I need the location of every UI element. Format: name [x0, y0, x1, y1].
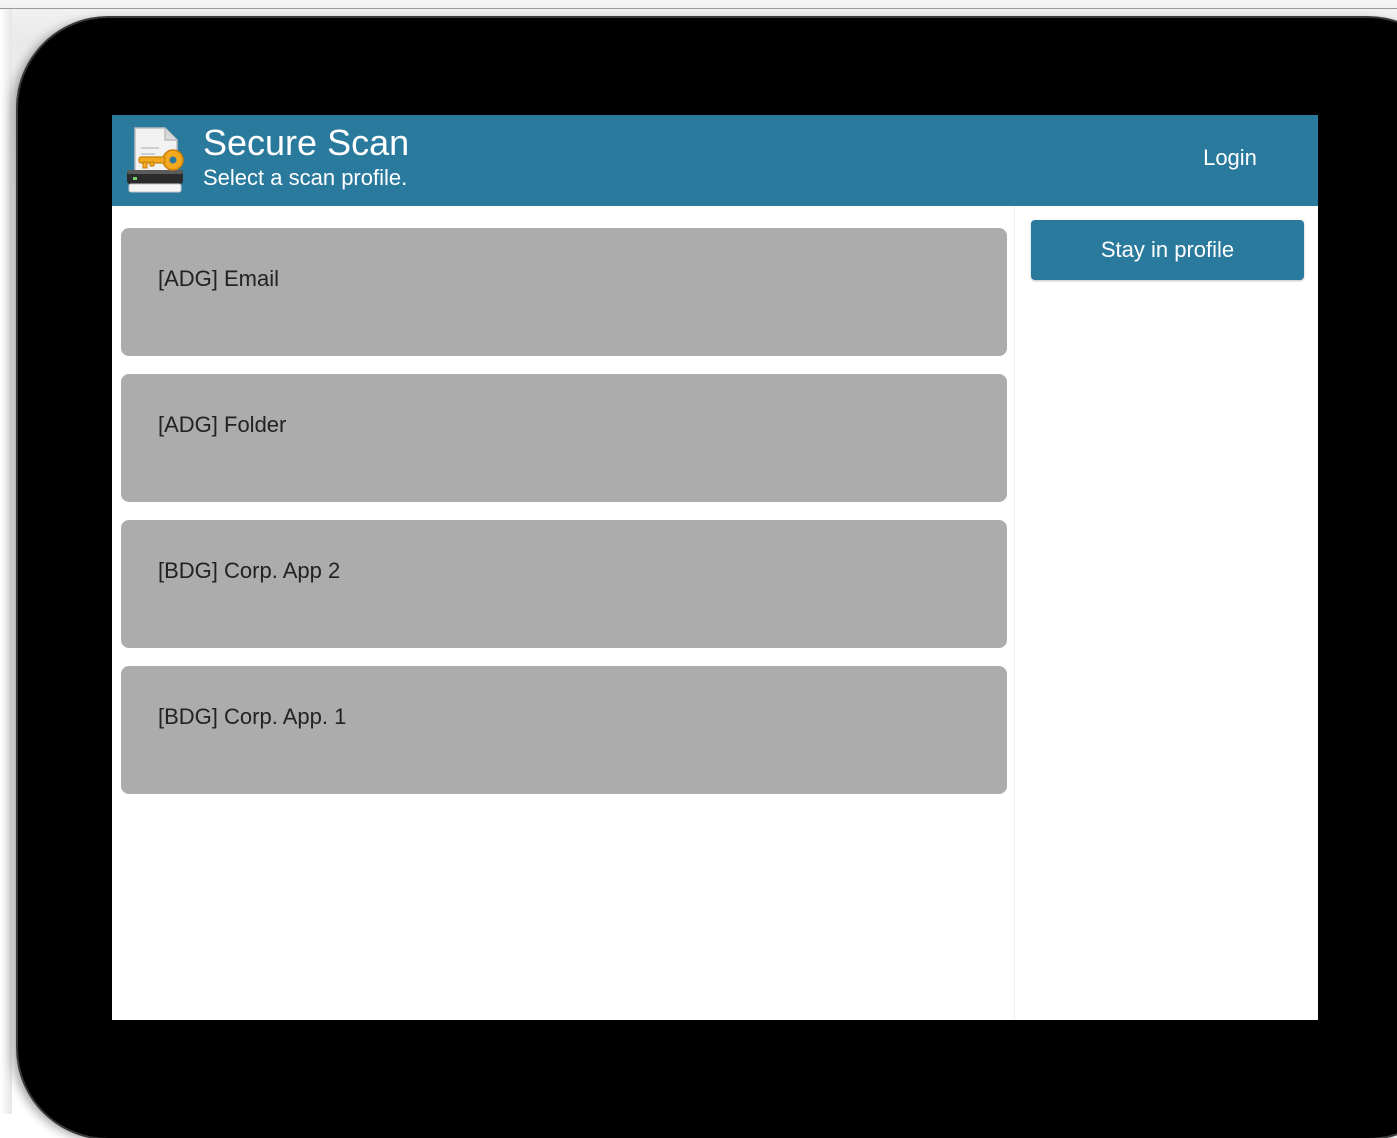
scan-profile-label: [BDG] Corp. App. 1 [158, 704, 347, 729]
device-screen: Secure Scan Select a scan profile. Login… [112, 115, 1318, 1020]
stay-in-profile-button[interactable]: Stay in profile [1031, 220, 1304, 280]
scan-profile-adg-folder[interactable]: [ADG] Folder [121, 374, 1007, 502]
login-button[interactable]: Login [1182, 143, 1278, 173]
scan-profile-bdg-corp-app-1[interactable]: [BDG] Corp. App. 1 [121, 666, 1007, 794]
scan-profile-adg-email[interactable]: [ADG] Email [121, 228, 1007, 356]
app-header: Secure Scan Select a scan profile. Login [112, 115, 1318, 206]
scan-profile-label: [BDG] Corp. App 2 [158, 558, 341, 583]
scan-profile-list: [ADG] Email [ADG] Folder [BDG] Corp. App… [121, 228, 1007, 812]
scan-profile-label: [ADG] Email [158, 266, 280, 291]
scan-profile-label: [ADG] Folder [158, 412, 287, 437]
top-border [0, 8, 1397, 9]
sidebar-divider [1014, 206, 1015, 1020]
scan-profile-bdg-corp-app-2[interactable]: [BDG] Corp. App 2 [121, 520, 1007, 648]
left-shade [0, 9, 12, 1114]
app-subtitle: Select a scan profile. [203, 165, 408, 190]
app-title: Secure Scan [203, 122, 410, 163]
scanner-key-icon [127, 127, 184, 193]
